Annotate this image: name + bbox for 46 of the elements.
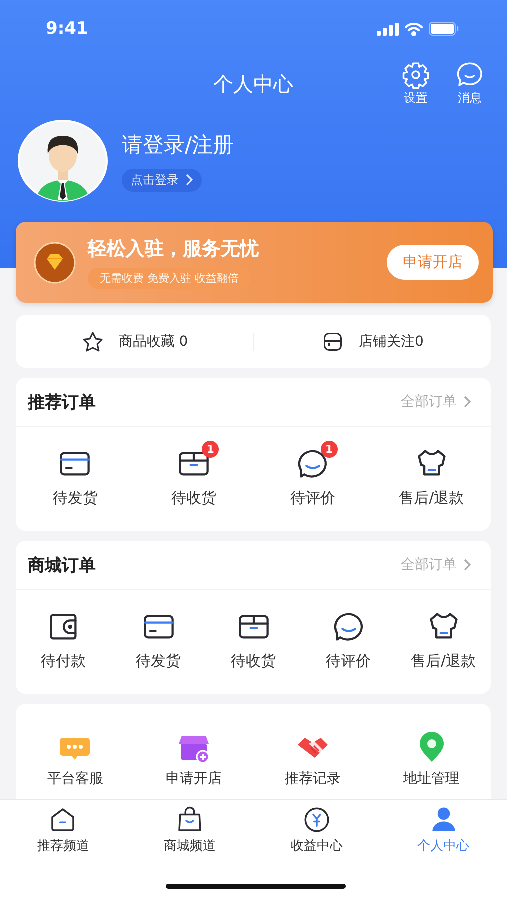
order-status-button[interactable]: 待评价 (310, 602, 386, 671)
message-icon (456, 61, 484, 89)
followed-shops-button[interactable]: 店铺关注0 (254, 330, 491, 354)
service-button[interactable]: 申请开店 (159, 732, 230, 788)
tab-item[interactable]: 个人中心 (404, 806, 484, 855)
page-title: 个人中心 (214, 70, 294, 98)
chevron-right-icon (463, 396, 471, 408)
star-icon (80, 330, 105, 354)
order-status-button[interactable]: 售后/退款 (406, 602, 482, 671)
status-time: 9:41 (46, 19, 88, 39)
service-button[interactable]: 平台客服 (40, 732, 110, 788)
settings-button[interactable]: 设置 (402, 61, 430, 107)
order-status-button[interactable]: 售后/退款 (394, 439, 470, 508)
count-badge: 1 (320, 441, 338, 458)
tab-item[interactable]: 推荐频道 (23, 806, 104, 855)
wifi-icon (405, 22, 423, 36)
service-button[interactable]: 推荐记录 (278, 732, 348, 788)
favorites-button[interactable]: 商品收藏 0 (16, 330, 253, 354)
order-status-button[interactable]: 待付款 (26, 602, 102, 671)
login-prompt: 请登录/注册 (122, 132, 234, 158)
order-status-button[interactable]: 待发货 (120, 602, 196, 671)
avatar[interactable] (18, 120, 108, 202)
chevron-right-icon (185, 174, 193, 186)
signal-icon (377, 22, 399, 36)
shopping-bag-icon (176, 806, 204, 834)
section-title: 商城订单 (28, 554, 96, 576)
diamond-badge-icon (34, 242, 76, 284)
battery-icon (429, 22, 459, 36)
coin-icon (302, 806, 331, 834)
tab-item[interactable]: 收益中心 (276, 806, 357, 855)
login-link[interactable]: 点击登录 (122, 168, 202, 192)
chevron-right-icon (463, 559, 471, 571)
chat-bubble-icon (332, 610, 366, 644)
person-icon (430, 806, 458, 834)
order-status-button[interactable]: 待发货 (37, 439, 114, 508)
order-status-button[interactable]: 1 待收货 (156, 439, 232, 508)
tab-item[interactable]: 商城频道 (150, 806, 230, 855)
settings-icon (402, 61, 430, 89)
banner-title: 轻松入驻，服务无忧 (88, 237, 259, 262)
count-badge: 1 (202, 441, 220, 458)
section-title: 推荐订单 (28, 392, 96, 414)
service-button[interactable]: 地址管理 (396, 732, 467, 788)
order-status-button[interactable]: 待收货 (216, 602, 292, 671)
home-icon (49, 806, 78, 834)
messages-button[interactable]: 消息 (456, 61, 484, 107)
order-status-button[interactable]: 1 待评价 (274, 439, 351, 508)
